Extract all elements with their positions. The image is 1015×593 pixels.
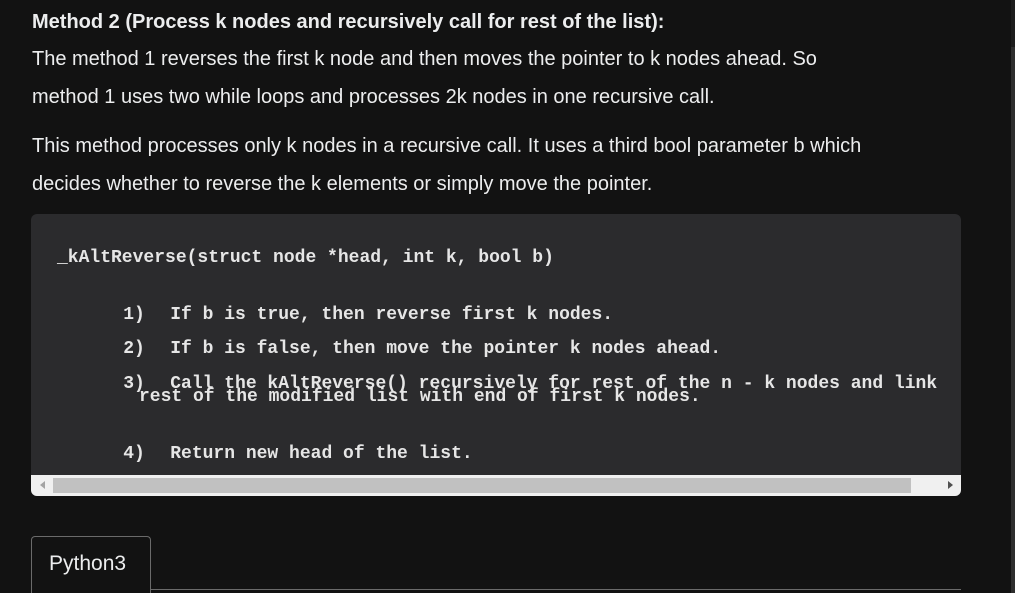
code-step-3-continuation: rest of the modified list with end of fi… bbox=[139, 387, 701, 407]
page-scrollbar-thumb[interactable] bbox=[1011, 47, 1015, 593]
section-heading: Method 2 (Process k nodes and recursivel… bbox=[32, 11, 665, 33]
tab-divider bbox=[151, 589, 961, 590]
step-text: Return new head of the list. bbox=[170, 444, 473, 464]
page-scrollbar[interactable] bbox=[1011, 0, 1015, 593]
scroll-left-arrow-icon[interactable] bbox=[40, 481, 45, 489]
code-block: _kAltReverse(struct node *head, int k, b… bbox=[31, 214, 961, 496]
paragraph-line: The method 1 reverses the first k node a… bbox=[32, 48, 817, 70]
code-scrollbar-thumb[interactable] bbox=[53, 478, 911, 493]
paragraph-line: method 1 uses two while loops and proces… bbox=[32, 86, 715, 108]
paragraph-line: decides whether to reverse the k element… bbox=[32, 173, 653, 195]
paragraph-method-1: The method 1 reverses the first k node a… bbox=[32, 40, 817, 116]
code-horizontal-scrollbar[interactable] bbox=[31, 475, 961, 496]
scroll-right-arrow-icon[interactable] bbox=[948, 481, 953, 489]
tab-label: Python3 bbox=[49, 552, 127, 575]
code-signature: _kAltReverse(struct node *head, int k, b… bbox=[57, 248, 554, 268]
paragraph-line: This method processes only k nodes in a … bbox=[32, 135, 862, 157]
tab-python3[interactable]: Python3 bbox=[31, 536, 151, 593]
step-number: 4) bbox=[123, 444, 145, 464]
paragraph-method-2: This method processes only k nodes in a … bbox=[32, 127, 861, 203]
